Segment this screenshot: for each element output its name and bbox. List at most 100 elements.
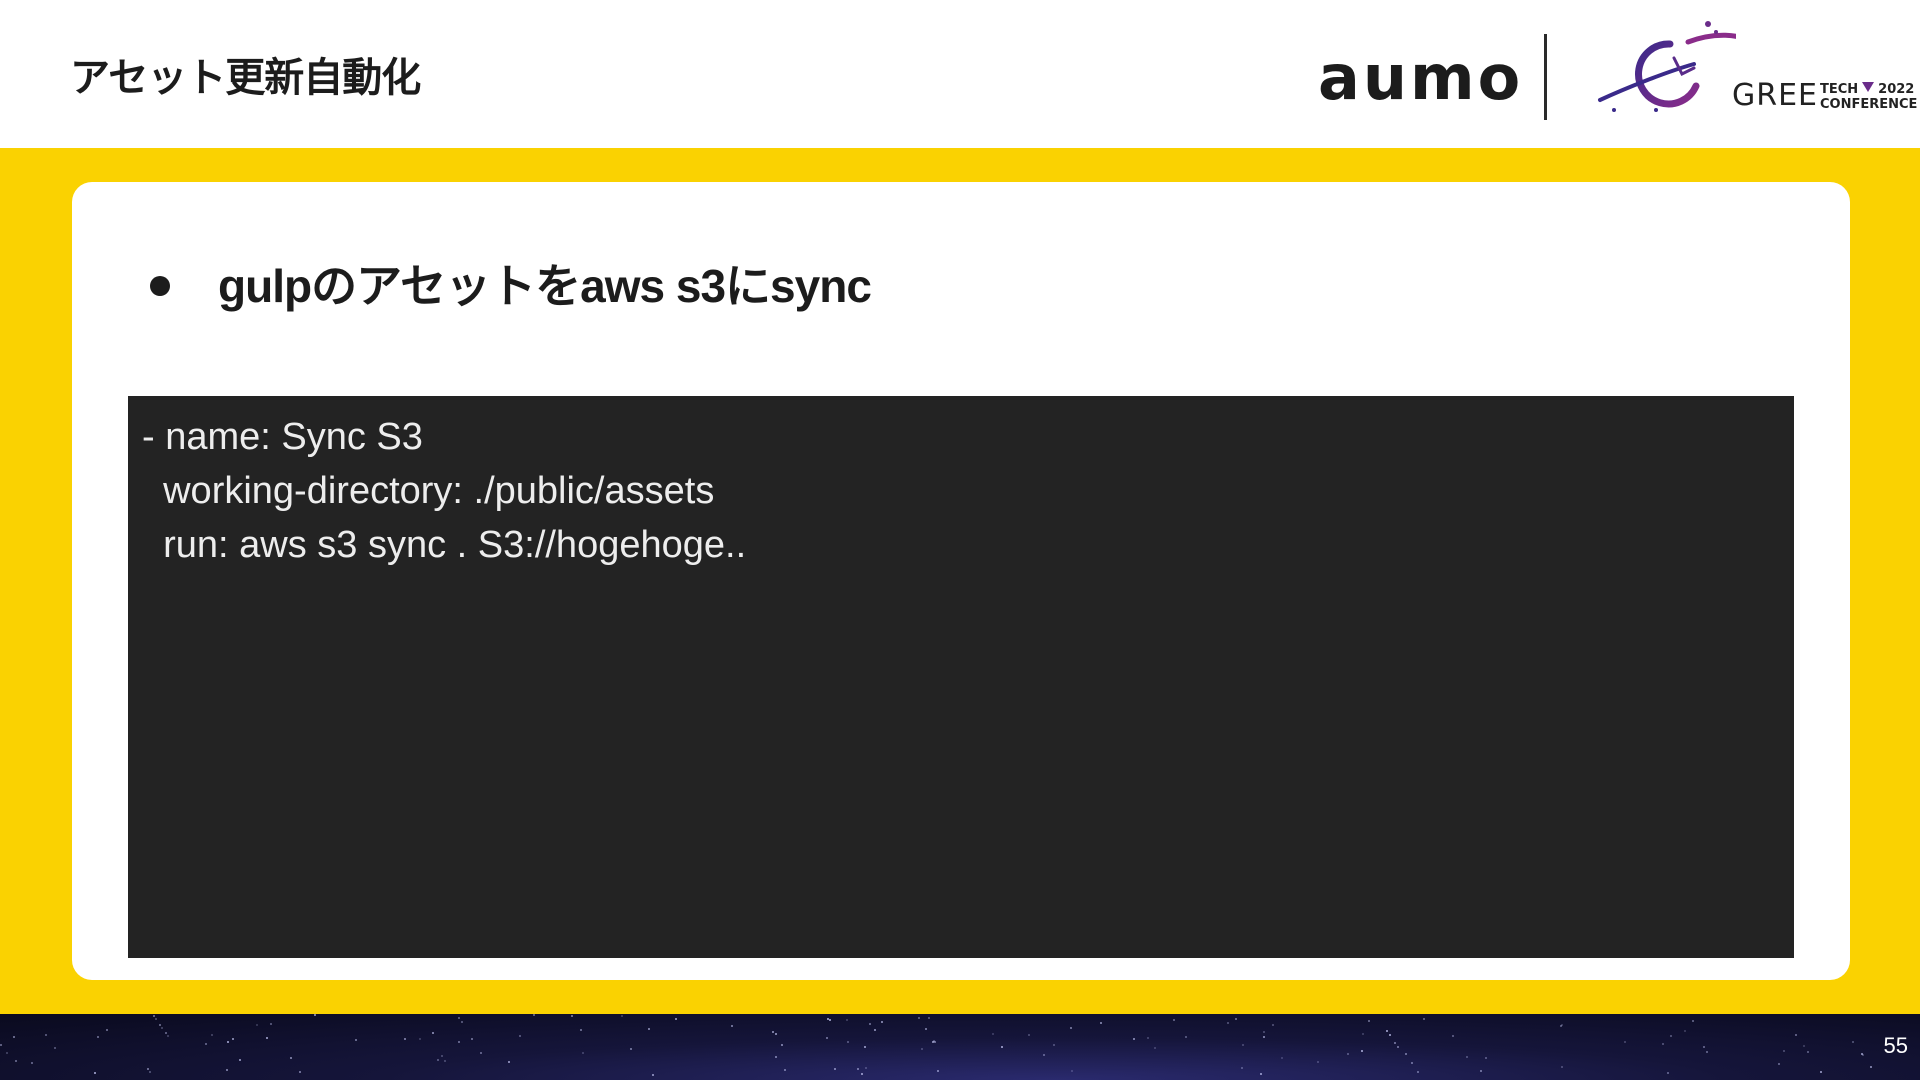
star — [1703, 1046, 1705, 1048]
star — [508, 1061, 510, 1063]
star — [480, 1052, 482, 1054]
star — [937, 1070, 939, 1072]
star — [1560, 1025, 1562, 1027]
star — [847, 1041, 849, 1043]
code-block: - name: Sync S3 working-directory: ./pub… — [128, 396, 1794, 958]
star — [270, 1023, 272, 1025]
star — [404, 1038, 406, 1040]
star — [31, 1062, 33, 1064]
star — [826, 1037, 828, 1039]
page-number: 55 — [1883, 1033, 1908, 1058]
star — [211, 1034, 213, 1036]
star — [167, 1035, 169, 1037]
star — [355, 1039, 357, 1041]
bullet-dot-icon — [150, 276, 170, 296]
star — [772, 1031, 774, 1033]
star — [444, 1060, 446, 1062]
star — [1692, 1020, 1694, 1022]
star — [992, 1033, 994, 1035]
star — [471, 1038, 473, 1040]
star — [648, 1028, 650, 1030]
star — [1272, 1024, 1274, 1026]
star — [861, 1073, 863, 1075]
star — [13, 1036, 15, 1038]
gree-planet-icon — [1598, 21, 1736, 112]
star — [94, 1072, 96, 1074]
star — [829, 1019, 831, 1021]
star — [827, 1018, 829, 1020]
star — [834, 1068, 836, 1070]
star — [1783, 1050, 1785, 1052]
star — [1803, 1045, 1805, 1047]
star — [1362, 1033, 1364, 1035]
star — [458, 1017, 460, 1019]
star — [1185, 1036, 1187, 1038]
star — [458, 1041, 460, 1043]
star — [1397, 1046, 1399, 1048]
star — [1070, 1027, 1072, 1029]
star — [582, 1052, 584, 1054]
star — [1411, 1062, 1413, 1064]
star — [775, 1033, 777, 1035]
star — [1480, 1070, 1482, 1072]
gree-tech-label: TECH 2022 — [1820, 82, 1914, 97]
star — [153, 1015, 155, 1017]
star — [1147, 1037, 1149, 1039]
star — [1071, 1070, 1073, 1072]
star — [1820, 1071, 1822, 1073]
star — [869, 1023, 871, 1025]
star — [865, 1067, 867, 1069]
star — [155, 1018, 157, 1020]
star — [1173, 1019, 1175, 1021]
star — [1862, 1054, 1864, 1056]
star — [1452, 1035, 1454, 1037]
star — [1624, 1041, 1626, 1043]
star — [1028, 1034, 1030, 1036]
star — [227, 1041, 229, 1043]
gree-year-text: 2022 — [1878, 82, 1915, 97]
star — [6, 1052, 8, 1054]
star — [1778, 1063, 1780, 1065]
gree-wordmark: GREE — [1732, 78, 1819, 113]
star — [1154, 1047, 1156, 1049]
star — [1227, 1022, 1229, 1024]
star — [864, 1046, 866, 1048]
star — [165, 1032, 167, 1034]
star — [1241, 1067, 1243, 1069]
star — [54, 1047, 56, 1049]
star — [461, 1021, 463, 1023]
star — [314, 1014, 316, 1016]
star — [675, 1018, 677, 1020]
star — [519, 1035, 521, 1037]
star — [0, 1044, 2, 1046]
content-card: gulpのアセットをaws s3にsync - name: Sync S3 wo… — [72, 182, 1850, 980]
star — [1242, 1044, 1244, 1046]
slide-header: アセット更新自動化 aumo GREE TECH 2022 CONFERENCE — [0, 0, 1920, 148]
star — [621, 1015, 623, 1017]
star — [1368, 1020, 1370, 1022]
star — [928, 1017, 930, 1019]
star — [232, 1038, 234, 1040]
star — [299, 1071, 301, 1073]
star — [580, 1029, 582, 1031]
star — [918, 1017, 920, 1019]
star — [1852, 1041, 1854, 1043]
star — [1795, 1034, 1797, 1036]
logo-divider — [1544, 34, 1547, 120]
star — [1670, 1035, 1672, 1037]
star — [419, 1038, 421, 1040]
star — [1386, 1030, 1388, 1032]
gree-tech-conference-logo: GREE TECH 2022 CONFERENCE — [1596, 18, 1917, 122]
star — [149, 1071, 151, 1073]
star — [781, 1044, 783, 1046]
star — [846, 1019, 848, 1021]
slide-body: gulpのアセットをaws s3にsync - name: Sync S3 wo… — [0, 148, 1920, 1014]
star — [1347, 1053, 1349, 1055]
code-line: - name: Sync S3 — [142, 416, 423, 458]
star — [784, 1069, 786, 1071]
star — [925, 1028, 927, 1030]
star — [266, 1037, 268, 1039]
star — [106, 1029, 108, 1031]
star — [226, 1069, 228, 1071]
star — [159, 1024, 161, 1026]
